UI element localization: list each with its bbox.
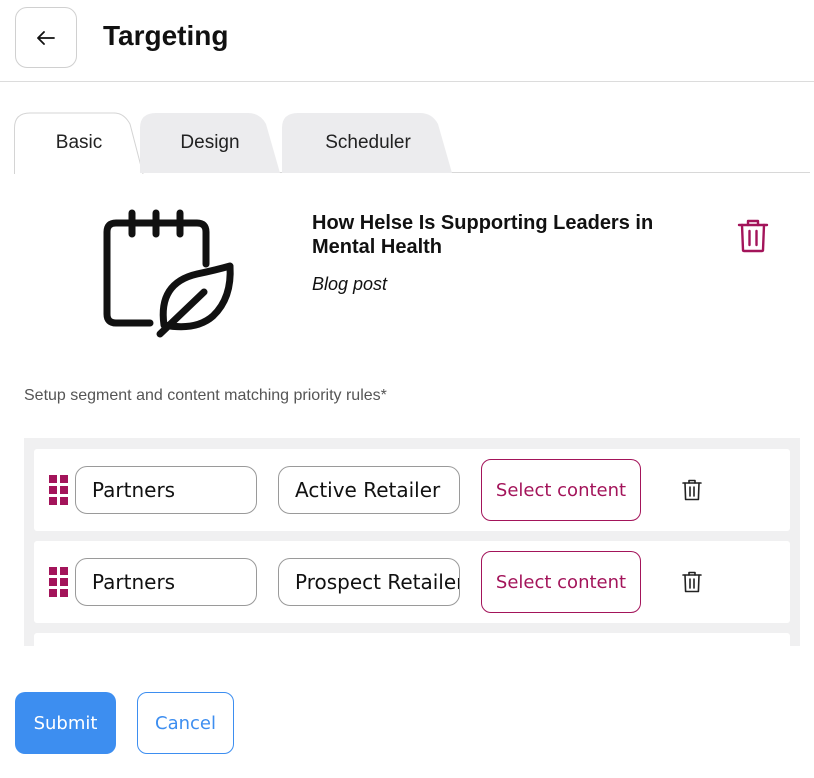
page-title: Targeting <box>103 20 229 51</box>
calendar-feather-icon <box>103 209 234 338</box>
submit-button[interactable]: Submit <box>15 692 116 754</box>
subsegment-field[interactable]: Active Retailer <box>278 466 460 514</box>
drag-handle-icon[interactable] <box>49 567 68 597</box>
tab-scheduler-label: Scheduler <box>325 131 411 153</box>
trash-icon[interactable] <box>682 479 702 501</box>
drag-handle-icon[interactable] <box>49 475 68 505</box>
segment-field[interactable]: Partners <box>75 466 257 514</box>
trash-icon[interactable] <box>737 219 769 253</box>
tab-scheduler[interactable]: Scheduler <box>282 112 454 173</box>
back-button[interactable] <box>15 7 77 68</box>
tab-basic[interactable]: Basic <box>14 112 144 174</box>
segment-field[interactable]: Partners <box>75 558 257 606</box>
tab-bar: Basic Design Scheduler <box>14 112 810 174</box>
rule-row <box>34 633 790 646</box>
tab-design-label: Design <box>180 131 240 153</box>
subsegment-field[interactable]: Prospect Retailer <box>278 558 460 606</box>
rules-label: Setup segment and content matching prior… <box>24 387 387 404</box>
tab-design[interactable]: Design <box>140 112 280 173</box>
cancel-button[interactable]: Cancel <box>137 692 234 754</box>
select-content-button[interactable]: Select content <box>481 459 641 521</box>
trash-icon[interactable] <box>682 571 702 593</box>
rules-panel: Partners Active Retailer Select content … <box>24 438 800 646</box>
select-content-button[interactable]: Select content <box>481 551 641 613</box>
content-type: Blog post <box>312 274 388 294</box>
content-title: How Helse Is Supporting Leaders in Menta… <box>312 212 654 258</box>
header-bar: Targeting <box>0 0 814 82</box>
tab-basic-label: Basic <box>55 131 103 153</box>
arrow-left-icon <box>37 30 55 45</box>
rule-row: Partners Prospect Retailer Select conten… <box>34 541 790 623</box>
rule-row: Partners Active Retailer Select content <box>34 449 790 531</box>
